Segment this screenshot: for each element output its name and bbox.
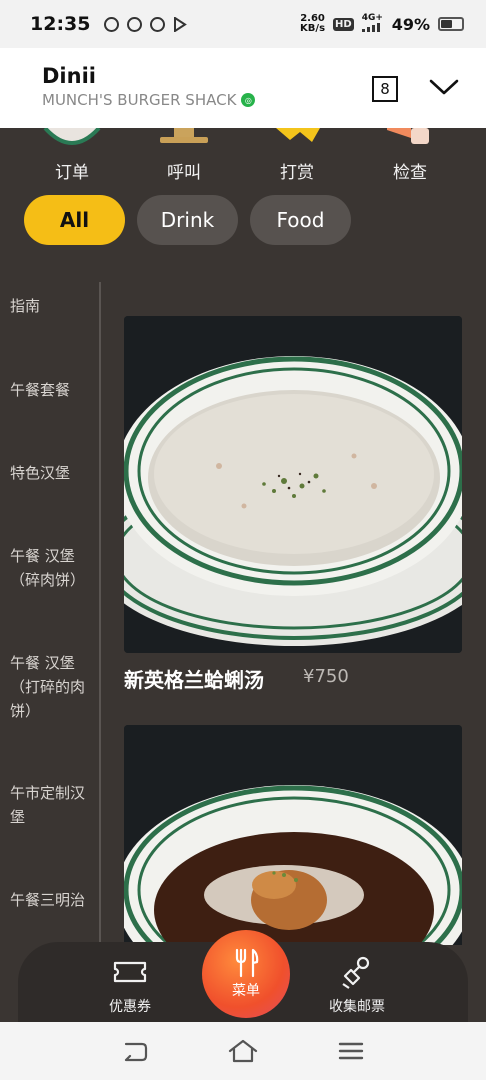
sidebar-item-lunch-set[interactable]: 午餐套餐 [10, 378, 96, 402]
app-header: Dinii MUNCH'S BURGER SHACK ◎ 8 [0, 48, 486, 128]
category-sidebar: 指南 午餐套餐 特色汉堡 午餐 汉堡（碎肉饼） 午餐 汉堡（打碎的肉饼） 午市定… [0, 282, 101, 942]
home-icon[interactable] [228, 1038, 258, 1064]
battery-percent: 49% [391, 14, 430, 34]
status-right: 2.60 KB/s HD 4G+ 49% [300, 12, 464, 35]
order-clock-icon [43, 128, 101, 145]
stamp-collection-button[interactable]: 收集邮票 [302, 942, 412, 1022]
battery-fill [441, 20, 452, 28]
menu-item-image-2[interactable] [124, 725, 462, 945]
filter-drink[interactable]: Drink [137, 195, 238, 245]
shop-row: MUNCH'S BURGER SHACK ◎ [42, 91, 466, 109]
menu-item-name: 新英格兰蛤蜊汤 [124, 668, 264, 692]
network-label: 4G+ [361, 12, 383, 23]
play-store-icon [174, 16, 188, 32]
signal-icon [361, 22, 380, 32]
coupon-ticket-icon [113, 961, 147, 983]
coupon-label: 优惠券 [109, 999, 151, 1015]
sidebar-item-guide[interactable]: 指南 [10, 294, 96, 318]
alert-icon [127, 16, 143, 32]
menu-fab-label: 菜单 [232, 983, 260, 999]
stamp-label: 收集邮票 [329, 999, 385, 1015]
menu-fab-button[interactable]: 菜单 [202, 930, 290, 1018]
action-row: 订单 呼叫 打赏 检查 [0, 128, 486, 188]
sidebar-item-lunch-burger-minced[interactable]: 午餐 汉堡（碎肉饼） [10, 544, 96, 592]
stamp-icon [342, 956, 370, 989]
system-nav-bar [0, 1022, 486, 1080]
action-tip[interactable]: 打赏 [247, 128, 347, 188]
net-speed-unit: KB/s [300, 23, 326, 34]
action-order-label: 订单 [55, 163, 89, 183]
chevron-down-icon[interactable] [428, 76, 460, 98]
tip-hand-icon [276, 128, 320, 142]
action-call-label: 呼叫 [167, 163, 201, 183]
action-call[interactable]: 呼叫 [134, 128, 234, 188]
coupon-button[interactable]: 优惠券 [75, 942, 185, 1022]
stew-bowl-photo [124, 725, 462, 945]
sidebar-item-lunch-burger-smashed[interactable]: 午餐 汉堡（打碎的肉饼） [10, 651, 96, 723]
action-check[interactable]: 检查 [360, 128, 460, 188]
sidebar-item-custom-burger[interactable]: 午市定制汉堡 [10, 781, 96, 829]
app-title: Dinii [42, 64, 96, 88]
check-receipt-icon [387, 128, 429, 144]
back-icon[interactable] [120, 1038, 150, 1064]
network-indicator: 4G+ [361, 12, 384, 35]
action-check-label: 检查 [393, 163, 427, 183]
menu-item-price: ¥750 [303, 666, 349, 687]
action-order[interactable]: 订单 [22, 128, 122, 188]
filter-all[interactable]: All [24, 195, 125, 245]
chrome-icon [104, 16, 120, 32]
bell-icon [160, 128, 208, 143]
net-speed: 2.60 KB/s [300, 14, 325, 34]
action-tip-label: 打赏 [280, 163, 314, 183]
fork-knife-icon [235, 948, 259, 978]
clam-chowder-photo [124, 316, 462, 653]
sidebar-item-special-burger[interactable]: 特色汉堡 [10, 461, 96, 485]
hd-badge: HD [333, 17, 354, 31]
battery-icon [438, 17, 464, 31]
line-icon [150, 16, 166, 32]
notification-icons [104, 16, 188, 32]
status-time: 12:35 [30, 13, 91, 35]
verified-icon: ◎ [241, 93, 256, 107]
menu-item-image[interactable] [124, 316, 462, 653]
filter-food[interactable]: Food [250, 195, 351, 245]
status-bar: 12:35 2.60 KB/s HD 4G+ 49% [0, 0, 486, 48]
shop-name: MUNCH'S BURGER SHACK [42, 91, 237, 109]
recents-menu-icon[interactable] [336, 1038, 366, 1064]
sidebar-item-lunch-sandwich[interactable]: 午餐三明治 [10, 888, 96, 912]
table-number-badge[interactable]: 8 [372, 76, 398, 102]
